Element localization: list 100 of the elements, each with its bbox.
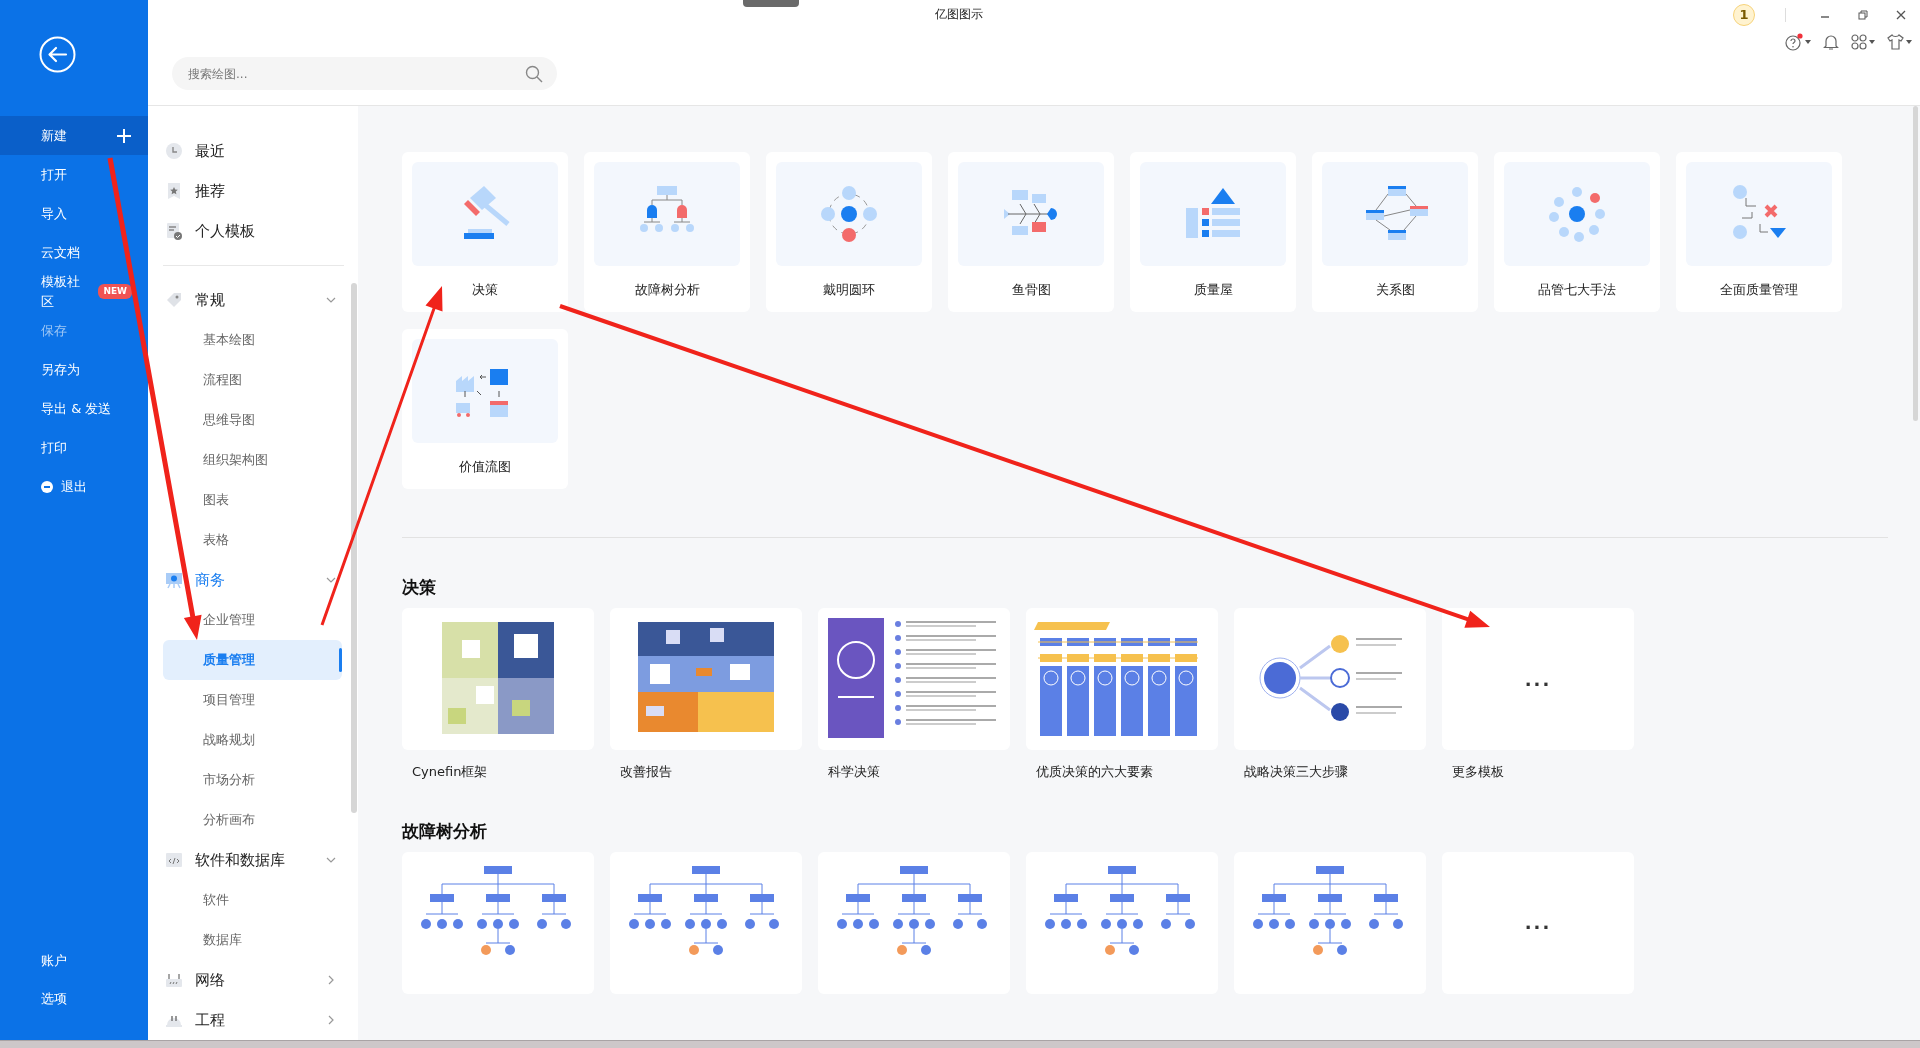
caret-icon xyxy=(1869,40,1875,44)
category-link[interactable]: 个人模板 xyxy=(163,211,342,251)
theme-button[interactable] xyxy=(1887,32,1912,52)
router-icon xyxy=(165,971,183,989)
card-label: 鱼骨图 xyxy=(1011,281,1051,299)
caret-icon xyxy=(1906,40,1912,44)
category-item[interactable]: 软件和数据库 xyxy=(163,840,342,880)
template-label: 战略决策三大步骤 xyxy=(1243,763,1348,781)
chevron-down-icon xyxy=(326,295,336,305)
template-card[interactable] xyxy=(1026,851,1218,994)
chevron-right-icon xyxy=(326,1015,336,1025)
card-label: 价值流图 xyxy=(459,458,511,476)
card-label: 品管七大手法 xyxy=(1538,281,1616,299)
menu-item[interactable]: 账户 xyxy=(0,942,148,980)
scrollbar-thumb[interactable] xyxy=(1913,106,1918,421)
subcategory-item[interactable]: 思维导图 xyxy=(163,400,342,440)
notification-button[interactable] xyxy=(1823,32,1839,52)
card-label: 质量屋 xyxy=(1193,281,1233,299)
diagram-type-card[interactable]: 关系图 xyxy=(1312,152,1478,312)
diagram-type-card[interactable]: 质量屋 xyxy=(1130,152,1296,312)
template-card[interactable]: ... xyxy=(1442,608,1634,750)
category-item[interactable]: 工程 xyxy=(163,1000,342,1040)
template-card[interactable] xyxy=(1234,851,1426,994)
diagram-type-card[interactable]: 全面质量管理 xyxy=(1676,152,1842,312)
apps-button[interactable] xyxy=(1851,32,1875,52)
diagram-type-card[interactable]: 鱼骨图 xyxy=(948,152,1114,312)
chevron-right-icon xyxy=(326,975,336,985)
section-heading: 故障树分析 xyxy=(402,819,488,843)
menu-item[interactable]: 打印 xyxy=(0,428,148,467)
code-icon xyxy=(165,851,183,869)
diagram-type-card[interactable]: 决策 xyxy=(402,152,568,312)
category-item[interactable]: 常规 xyxy=(163,280,342,320)
subcategory-item[interactable]: 组织架构图 xyxy=(163,440,342,480)
category-link[interactable]: 推荐 xyxy=(163,171,342,211)
clock-icon xyxy=(165,142,183,160)
new-badge: NEW xyxy=(98,283,132,300)
menu-item[interactable]: 导出 & 发送 xyxy=(0,389,148,428)
template-card[interactable] xyxy=(818,851,1010,994)
subcategory-item[interactable]: 战略规划 xyxy=(163,720,342,760)
subcategory-item[interactable]: 软件 xyxy=(163,880,342,920)
chevron-down-icon xyxy=(326,855,336,865)
subcategory-item[interactable]: 质量管理 xyxy=(163,640,342,680)
subcategory-item[interactable]: 项目管理 xyxy=(163,680,342,720)
menu-item[interactable]: 导入 xyxy=(0,194,148,233)
category-link[interactable]: 最近 xyxy=(163,131,342,171)
template-card[interactable] xyxy=(818,608,1010,750)
menu-item[interactable]: 打开 xyxy=(0,155,148,194)
selection-indicator xyxy=(339,648,342,672)
menu-item[interactable]: 新建 xyxy=(0,116,148,155)
plus-icon xyxy=(116,127,132,144)
subcategory-item[interactable]: 图表 xyxy=(163,480,342,520)
template-card[interactable] xyxy=(610,608,802,750)
menu-item[interactable]: 云文档 xyxy=(0,233,148,272)
apps-icon xyxy=(1851,34,1867,50)
level-badge: 1 xyxy=(1733,4,1755,26)
caret-icon xyxy=(1805,40,1811,44)
card-label: 关系图 xyxy=(1375,281,1415,299)
menu-item[interactable]: 选项 xyxy=(0,980,148,1018)
card-label: 全面质量管理 xyxy=(1720,281,1798,299)
help-button[interactable] xyxy=(1785,32,1811,52)
restore-icon xyxy=(1858,10,1868,20)
diagram-type-card[interactable]: 价值流图 xyxy=(402,329,568,489)
template-label: Cynefin框架 xyxy=(411,763,488,781)
more-dots: ... xyxy=(1524,667,1552,692)
more-dots: ... xyxy=(1524,911,1552,935)
section-heading: 决策 xyxy=(402,576,437,600)
minus-circle-icon xyxy=(41,480,53,493)
template-card[interactable]: ... xyxy=(1442,851,1634,994)
template-card[interactable] xyxy=(402,608,594,750)
diagram-type-card[interactable]: 戴明圆环 xyxy=(766,152,932,312)
card-label: 故障树分析 xyxy=(634,281,700,299)
category-item[interactable]: 网络 xyxy=(163,960,342,1000)
diagram-type-card[interactable]: 故障树分析 xyxy=(584,152,750,312)
presentation-board-icon xyxy=(165,571,183,589)
menu-item[interactable]: 退出 xyxy=(0,467,148,506)
subcategory-item[interactable]: 数据库 xyxy=(163,920,342,960)
template-card[interactable] xyxy=(1026,608,1218,750)
subcategory-item[interactable]: 市场分析 xyxy=(163,760,342,800)
subcategory-item[interactable]: 分析画布 xyxy=(163,800,342,840)
menu-item[interactable]: 模板社区 NEW xyxy=(0,272,148,311)
diagram-type-card[interactable]: 品管七大手法 xyxy=(1494,152,1660,312)
subcategory-item[interactable]: 企业管理 xyxy=(163,600,342,640)
bell-icon xyxy=(1823,34,1839,50)
search-field[interactable]: 搜索绘图... xyxy=(172,57,557,90)
menu-item[interactable]: 另存为 xyxy=(0,350,148,389)
progress-indicator xyxy=(743,0,799,7)
template-card[interactable] xyxy=(402,851,594,994)
subcategory-item[interactable]: 表格 xyxy=(163,520,342,560)
subcategory-item[interactable]: 基本绘图 xyxy=(163,320,342,360)
search-icon xyxy=(525,65,543,83)
shirt-icon xyxy=(1887,34,1904,50)
document-check-icon xyxy=(165,222,183,240)
subcategory-item[interactable]: 流程图 xyxy=(163,360,342,400)
template-card[interactable] xyxy=(610,851,802,994)
back-button[interactable] xyxy=(39,36,76,73)
template-label: 优质决策的六大要素 xyxy=(1035,763,1153,781)
scrollbar-thumb[interactable] xyxy=(351,283,357,813)
template-card[interactable] xyxy=(1234,608,1426,750)
card-label: 决策 xyxy=(472,281,498,299)
template-label: 更多模板 xyxy=(1451,763,1504,781)
